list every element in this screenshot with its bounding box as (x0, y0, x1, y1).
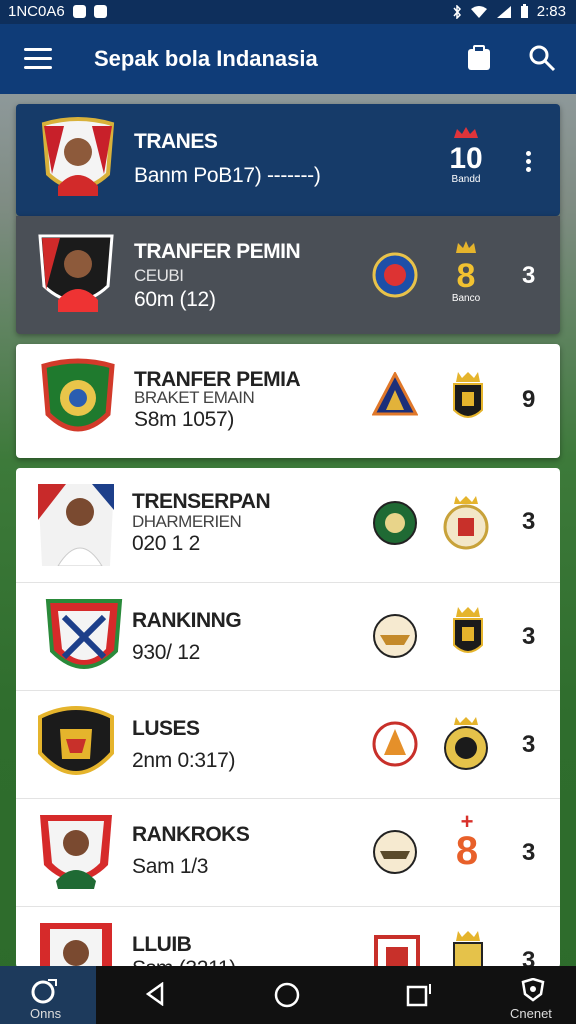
list-item[interactable]: RANKROKS Sam 1/3 + 8 3 (16, 798, 560, 907)
team-card[interactable]: TRANFER PEMIN CEUBI 60m (12) 8 Banco 3 (16, 216, 560, 334)
navigation-bar: Onns Cnenet (0, 966, 576, 1024)
club-logo-icon (373, 830, 417, 874)
clipboard-icon[interactable] (466, 44, 492, 72)
recent-apps-icon[interactable] (406, 982, 432, 1008)
notification-icon (72, 5, 86, 18)
team-card[interactable]: TRANES Banm PoB17) -------) 10 Bandd (16, 104, 560, 216)
rank-value: 8 (455, 829, 479, 873)
team-subtitle: CEUBI (134, 266, 184, 285)
team-detail: S8m 1057) (134, 408, 235, 431)
app-bar: Sepak bola Indanasia (0, 24, 576, 94)
trophy-icon (453, 607, 483, 653)
club-logo-icon (443, 496, 489, 550)
count-value: 9 (522, 386, 536, 413)
count-value: 3 (522, 623, 536, 650)
count-value: 3 (522, 262, 536, 289)
club-crest-icon (45, 599, 123, 669)
list-item[interactable]: LLUIB Ssm (3211) 3 (16, 906, 560, 968)
team-list: TRENSERPAN DHARMERIEN 020 1 2 3 RANKINNG… (16, 468, 560, 968)
bluetooth-icon (453, 4, 461, 19)
team-name: TRANFER PEMIN (134, 240, 301, 263)
trophy-icon (453, 372, 483, 418)
count-value: 3 (522, 508, 536, 535)
clock: 2:83 (536, 3, 566, 20)
player-crest-icon (41, 117, 115, 196)
back-icon[interactable] (144, 982, 166, 1006)
team-card[interactable]: TRANFER PEMIA BRAKET EMAIN S8m 1057) 9 (16, 344, 560, 458)
club-logo-icon (374, 935, 420, 968)
list-item[interactable]: RANKINNG 930/ 12 3 (16, 582, 560, 691)
rank-caption: Bandd (451, 174, 481, 185)
team-name: RANKINNG (132, 609, 242, 632)
club-logo-icon (372, 252, 418, 298)
player-crest-icon (38, 484, 114, 566)
team-subtitle: BRAKET EMAIN (134, 388, 255, 407)
menu-icon[interactable] (24, 48, 52, 70)
team-detail: Sam 1/3 (132, 855, 209, 878)
rank-badge: + 8 (452, 811, 482, 873)
team-detail: 60m (12) (134, 288, 216, 311)
rank-badge: 10 Bandd (446, 126, 486, 196)
list-item[interactable]: TRENSERPAN DHARMERIEN 020 1 2 3 (16, 468, 560, 582)
signal-icon (496, 5, 511, 18)
count-value: 3 (522, 839, 536, 866)
player-crest-icon (40, 815, 112, 889)
club-logo-icon (372, 372, 418, 416)
battery-icon (520, 4, 528, 18)
home-icon[interactable] (274, 982, 300, 1008)
trophy-icon (453, 931, 483, 968)
team-detail: 2nm 0:317) (132, 749, 236, 772)
rank-caption: Banco (451, 293, 481, 304)
home-tab-label: Onns (30, 1006, 62, 1021)
club-crest-icon (38, 706, 114, 775)
club-logo-icon (373, 614, 417, 658)
team-detail: Banm PoB17) -------) (134, 164, 321, 187)
crown-icon (456, 241, 476, 253)
club-crest-icon (41, 358, 115, 432)
team-name: LLUIB (132, 933, 192, 956)
team-name: LUSES (132, 717, 200, 740)
player-crest-icon (38, 234, 114, 312)
team-name: TRENSERPAN (132, 490, 271, 513)
team-name: TRANES (134, 130, 218, 153)
team-detail: 020 1 2 (132, 532, 200, 555)
count-value: 3 (522, 947, 536, 968)
connect-tab[interactable]: Cnenet (500, 966, 576, 1024)
club-logo-icon (372, 721, 418, 767)
club-logo-icon (373, 501, 417, 545)
rank-value: 8 (456, 257, 476, 295)
shield-icon (521, 978, 545, 1002)
crown-icon (454, 127, 478, 138)
club-logo-icon (444, 717, 488, 770)
search-icon[interactable] (528, 44, 556, 72)
more-options-icon[interactable] (526, 148, 531, 175)
player-crest-icon (40, 923, 112, 968)
team-detail: 930/ 12 (132, 641, 200, 664)
count-value: 3 (522, 731, 536, 758)
connect-tab-label: Cnenet (510, 1006, 552, 1021)
rank-value: 10 (449, 142, 483, 175)
team-name: RANKROKS (132, 823, 250, 846)
home-tab[interactable]: Onns (0, 966, 96, 1024)
ball-icon (31, 979, 57, 1004)
page-title: Sepak bola Indanasia (94, 46, 318, 71)
team-subtitle: DHARMERIEN (132, 512, 242, 531)
wifi-icon (470, 5, 487, 18)
carrier-text: 1NC0A6 (8, 3, 65, 20)
status-bar: 1NC0A6 2:83 (0, 0, 576, 24)
list-item[interactable]: LUSES 2nm 0:317) 3 (16, 690, 560, 799)
message-icon (93, 5, 107, 18)
rank-badge: 8 Banco (446, 240, 486, 320)
